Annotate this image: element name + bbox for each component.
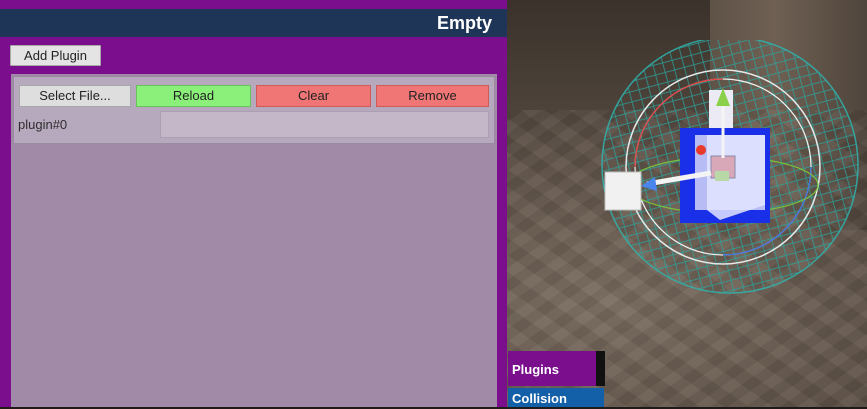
panel-title: Empty	[0, 9, 507, 37]
tab-plugins[interactable]: Plugins	[508, 351, 596, 386]
pivot-cube-face	[715, 171, 729, 181]
select-file-button[interactable]: Select File...	[19, 85, 131, 107]
remove-button[interactable]: Remove	[376, 85, 489, 107]
tab-collision[interactable]: Collision	[508, 388, 604, 407]
tab-plugins-edge	[596, 351, 605, 386]
plugin-path-field[interactable]	[160, 111, 489, 138]
z-axis-handle[interactable]	[696, 145, 706, 155]
clear-button[interactable]: Clear	[256, 85, 371, 107]
plugin-name-label: plugin#0	[18, 117, 68, 132]
transform-gizmo[interactable]	[595, 40, 867, 300]
add-plugin-button[interactable]: Add Plugin	[10, 45, 101, 66]
reload-button[interactable]: Reload	[136, 85, 251, 107]
x-handle-box[interactable]	[604, 171, 642, 211]
